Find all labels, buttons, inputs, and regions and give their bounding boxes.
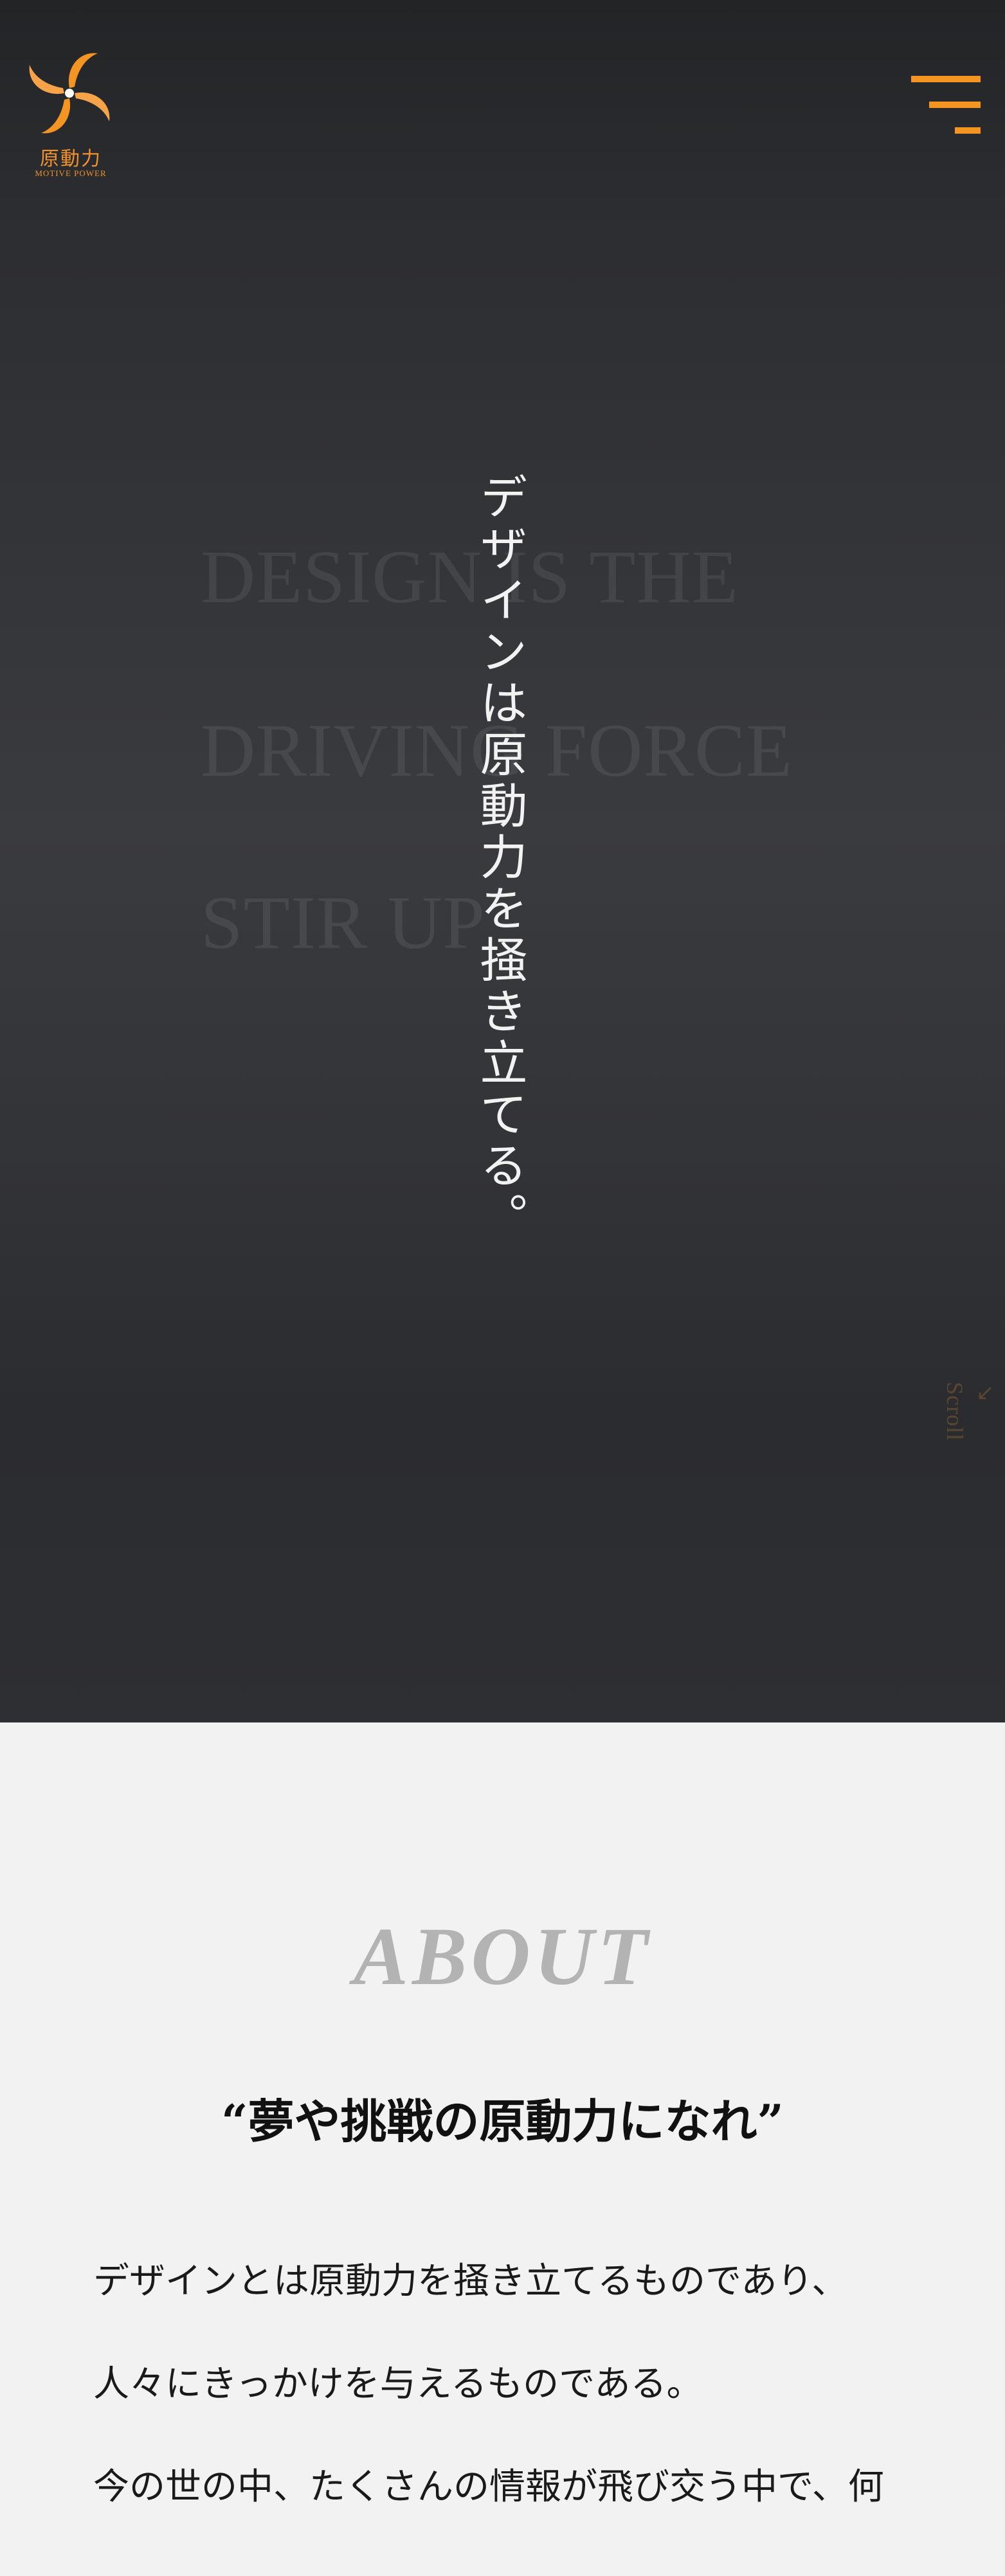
hamburger-menu-icon[interactable] — [907, 71, 981, 138]
hero-bg-text-line-1: DESIGN IS THE — [201, 535, 739, 619]
logo-text-jp: 原動力 — [40, 148, 102, 170]
scroll-label: Scroll — [942, 1382, 968, 1441]
hero-vertical-copy: デザインは原動力を掻き立てる。 — [472, 472, 527, 1244]
hero-bg-text-line-3: STIR UP — [201, 881, 486, 965]
swirl-logo-icon — [29, 53, 110, 134]
about-body-line-1: デザインとは原動力を掻き立てるものであり、 — [93, 2260, 848, 2302]
about-section: ABOUT “夢や挑戦の原動力になれ” デザインとは原動力を掻き立てるものであり… — [0, 1722, 1005, 2576]
about-heading: ABOUT — [353, 1911, 652, 2002]
scroll-indicator[interactable]: ↙ Scroll — [939, 1382, 995, 1459]
about-catchphrase: “夢や挑戦の原動力になれ” — [221, 2094, 784, 2149]
hero-section: 原動力 MOTIVE POWER DESIGN IS THE DRIVING F… — [0, 0, 1005, 1722]
about-body-line-3: 今の世の中、たくさんの情報が飛び交う中で、何 — [93, 2466, 884, 2508]
about-body: デザインとは原動力を掻き立てるものであり、 人々にきっかけを与えるものである。 … — [93, 2256, 929, 2564]
menu-line-middle — [929, 102, 981, 108]
menu-line-top — [911, 76, 981, 82]
arrow-down-left-icon: ↙ — [976, 1380, 995, 1406]
logo-text-en: MOTIVE POWER — [35, 168, 107, 178]
menu-line-bottom — [955, 127, 981, 134]
site-logo[interactable]: 原動力 MOTIVE POWER — [19, 45, 122, 186]
about-body-line-2: 人々にきっかけを与えるものである。 — [93, 2363, 703, 2405]
